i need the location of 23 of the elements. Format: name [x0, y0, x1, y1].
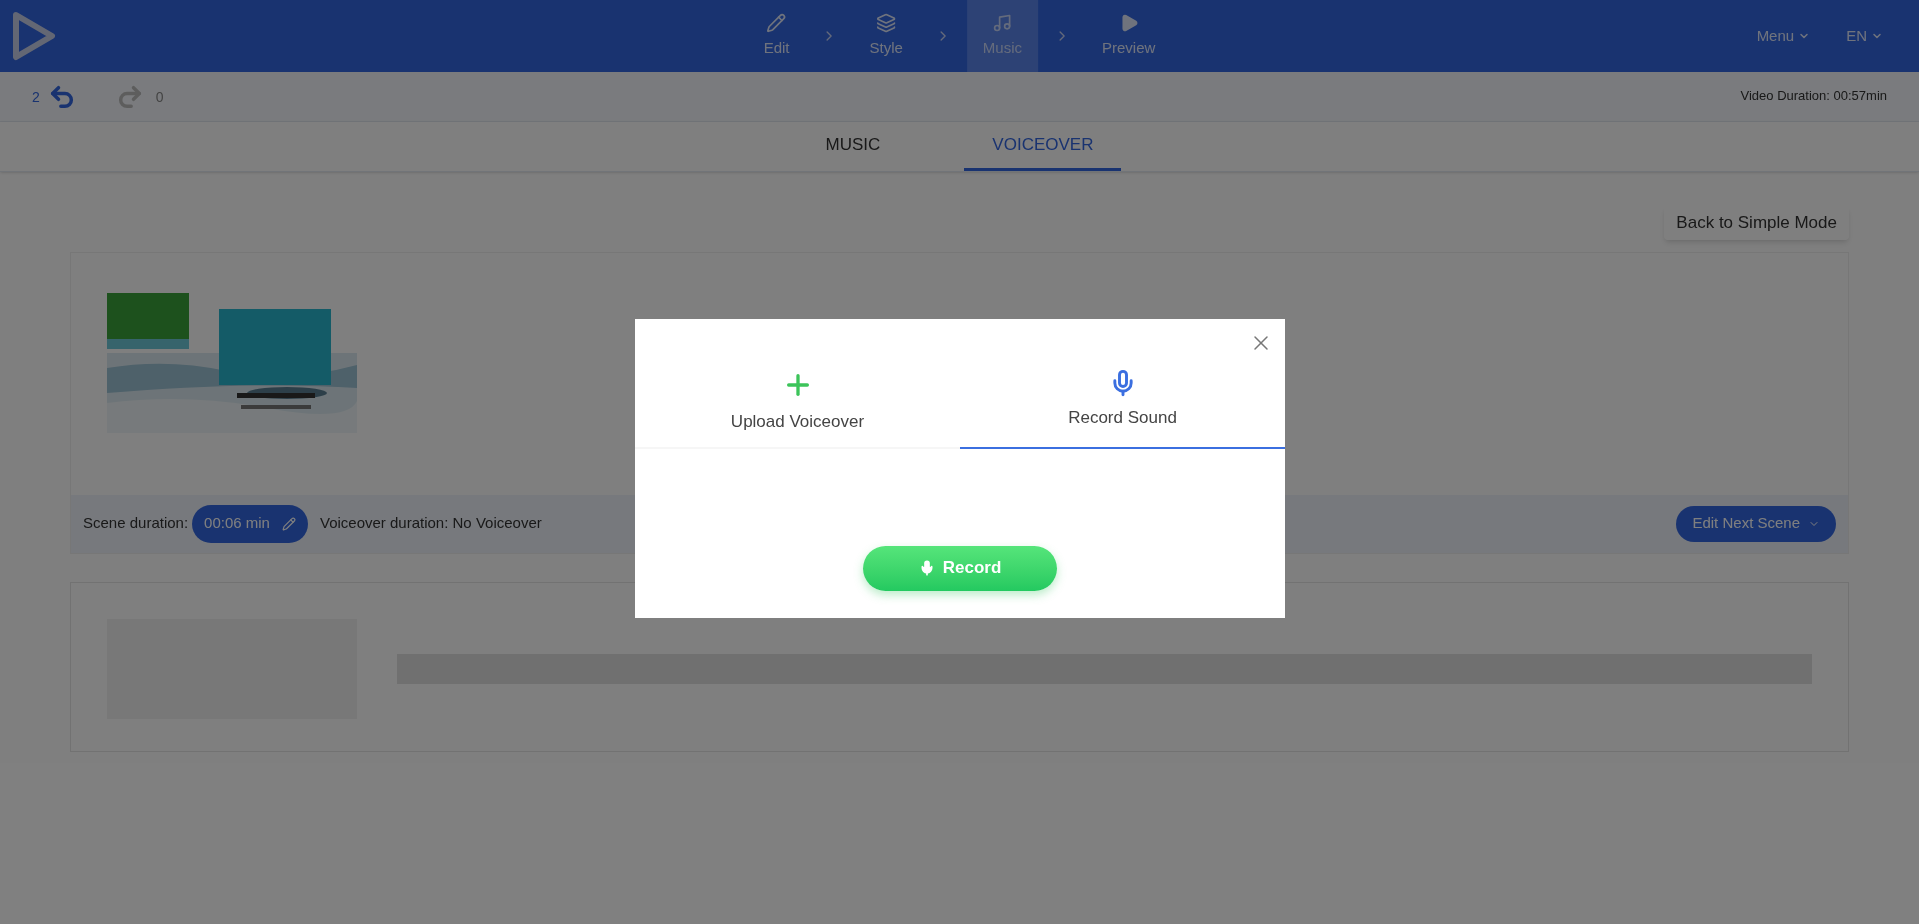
back-to-simple-mode-button[interactable]: Back to Simple Mode — [1664, 206, 1849, 240]
menu-button[interactable]: Menu — [1756, 24, 1811, 48]
step-tab[interactable]: Preview — [1086, 0, 1172, 72]
pencil-icon — [766, 12, 787, 33]
layers-icon — [876, 12, 897, 33]
undo-count: 2 — [32, 87, 40, 107]
record-button[interactable]: Record — [863, 545, 1057, 591]
music-note-icon — [992, 12, 1013, 33]
voiceover-duration: Voiceover duration: No Voiceover — [319, 513, 542, 534]
language-button[interactable]: EN — [1846, 24, 1883, 48]
redo-count: 0 — [155, 87, 164, 107]
section-tab[interactable]: MUSIC — [797, 122, 909, 171]
step-tab[interactable]: Edit — [747, 0, 806, 72]
scene-duration-label: Scene duration: — [83, 513, 189, 534]
step-tab[interactable]: Style — [853, 0, 919, 72]
pencil-icon — [281, 516, 296, 531]
section-tab[interactable]: VOICEOVER — [964, 122, 1122, 171]
dialog-tab[interactable]: Upload Voiceover — [635, 369, 960, 449]
duration-button[interactable]: 00:06 min — [192, 504, 308, 543]
edit-next-scene-button[interactable]: Edit Next Scene — [1676, 505, 1836, 542]
logo-icon — [12, 11, 56, 61]
dialog-tab[interactable]: Record Sound — [960, 369, 1285, 449]
video-duration: Video Duration: 00:57min — [1740, 87, 1887, 106]
